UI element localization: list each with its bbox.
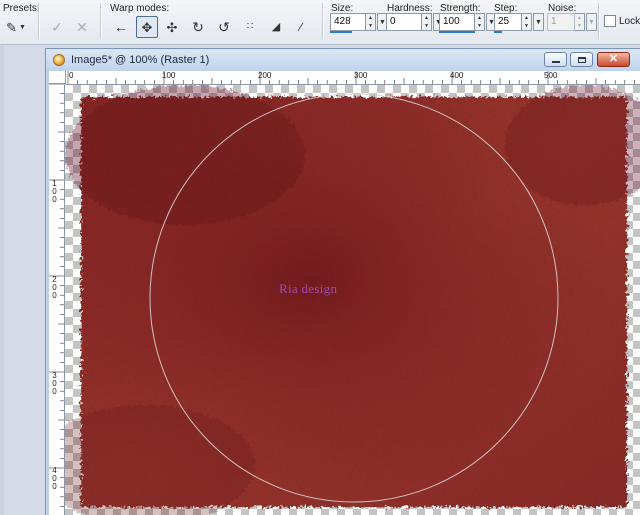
twirl-left-icon: ↺ [218,19,230,35]
push-mode-button[interactable]: ← [110,16,132,38]
separator [322,3,323,39]
minimize-icon [551,61,560,63]
apply-button[interactable]: ✓ [46,16,68,38]
lock-checkbox[interactable] [604,15,616,27]
unwarp-button[interactable]: ∕ [290,16,312,38]
cancel-x-icon: ✕ [76,19,88,35]
chevron-down-icon: ▼ [18,23,26,31]
push-arrow-icon: ← [114,19,128,35]
separator [598,3,599,39]
ruler-label: 200 [52,275,57,300]
ruler-label: 0 [69,71,74,80]
lock-label: Lock [619,16,640,27]
expand-icon: ✥ [141,19,153,35]
ruler-label: 200 [258,71,272,80]
apply-check-icon: ✓ [51,19,63,35]
hardness-spinner[interactable]: ▲ ▼ [422,13,432,31]
hardness-input[interactable]: 0 [386,13,422,31]
twirl-right-icon: ↻ [192,19,204,35]
image-window[interactable]: Image5* @ 100% (Raster 1) ✕ 0 100 200 30… [45,48,640,515]
noise-dropdown[interactable]: ▼ [586,13,597,31]
image-canvas[interactable]: Ria design [65,85,640,515]
separator [100,3,101,39]
presets-brush-icon: ✎ [6,19,17,35]
presets-label: Presets: [3,3,40,14]
ruler-label: 300 [52,371,57,396]
ruler-vertical: 100 200 300 400 [49,84,65,515]
twirl-right-button[interactable]: ↻ [187,16,209,38]
warp-modes-label: Warp modes: [110,3,170,14]
cancel-button[interactable]: ✕ [71,16,93,38]
close-icon: ✕ [608,53,619,65]
size-control: 428 ▲ ▼ ▼ [330,13,388,33]
twirl-left-button[interactable]: ↺ [213,16,235,38]
noise-input[interactable]: 1 [547,13,575,31]
strength-spinner[interactable]: ▲ ▼ [475,13,485,31]
size-level-bar [330,31,352,33]
contract-mode-button[interactable]: ✣ [161,16,183,38]
step-input[interactable]: 25 [494,13,522,31]
ruler-horizontal: 0 100 200 300 400 500 [66,71,640,85]
watermark-text: Ria design [279,281,338,296]
hardness-control: 0 ▲▼ ▼ [386,13,444,33]
ruler-label: 500 [544,71,558,80]
ruler-label: 300 [354,71,368,80]
contract-icon: ✣ [166,19,178,35]
unwarp-icon: ∕ [299,20,302,34]
maximize-icon [577,56,586,63]
tool-options-bar: Presets: ✎ ▼ ✓ ✕ Warp modes: ← ✥ ✣ ↻ ↺ ∷ … [0,0,640,45]
workspace-edge [0,45,4,515]
minimize-button[interactable] [544,52,567,67]
ruler-label: 100 [162,71,176,80]
maximize-button[interactable] [570,52,593,67]
strength-input[interactable]: 100 [439,13,475,31]
noise-control: 1 ▲ ▼ ▼ [547,13,597,33]
ruler-label: 400 [52,466,57,491]
ruler-corner [49,71,66,84]
noise-mode-button[interactable]: ∷ [239,16,261,38]
step-level-bar [494,31,502,33]
document-icon [53,54,65,66]
step-control: 25 ▲ ▼ ▼ [494,13,544,33]
canvas-artwork [65,85,640,515]
separator [38,3,39,39]
textured-layer [65,85,640,515]
step-dropdown[interactable]: ▼ [533,13,544,31]
presets-dropdown[interactable]: ✎ ▼ [2,16,30,38]
size-input[interactable]: 428 [330,13,366,31]
ruler-label: 100 [52,179,57,204]
window-title: Image5* @ 100% (Raster 1) [71,54,210,66]
noise-spinner[interactable]: ▲ ▼ [575,13,585,31]
noise-icon: ∷ [246,21,254,32]
iron-out-button[interactable]: ◢ [265,16,287,38]
iron-out-icon: ◢ [271,20,281,33]
strength-level-bar [439,31,475,33]
step-spinner[interactable]: ▲ ▼ [522,13,532,31]
strength-control: 100 ▲ ▼ ▼ [439,13,497,33]
window-titlebar[interactable]: Image5* @ 100% (Raster 1) ✕ [46,49,640,71]
ruler-label: 400 [450,71,464,80]
close-button[interactable]: ✕ [597,52,630,67]
expand-mode-button[interactable]: ✥ [136,16,158,38]
size-spinner[interactable]: ▲ ▼ [366,13,376,31]
